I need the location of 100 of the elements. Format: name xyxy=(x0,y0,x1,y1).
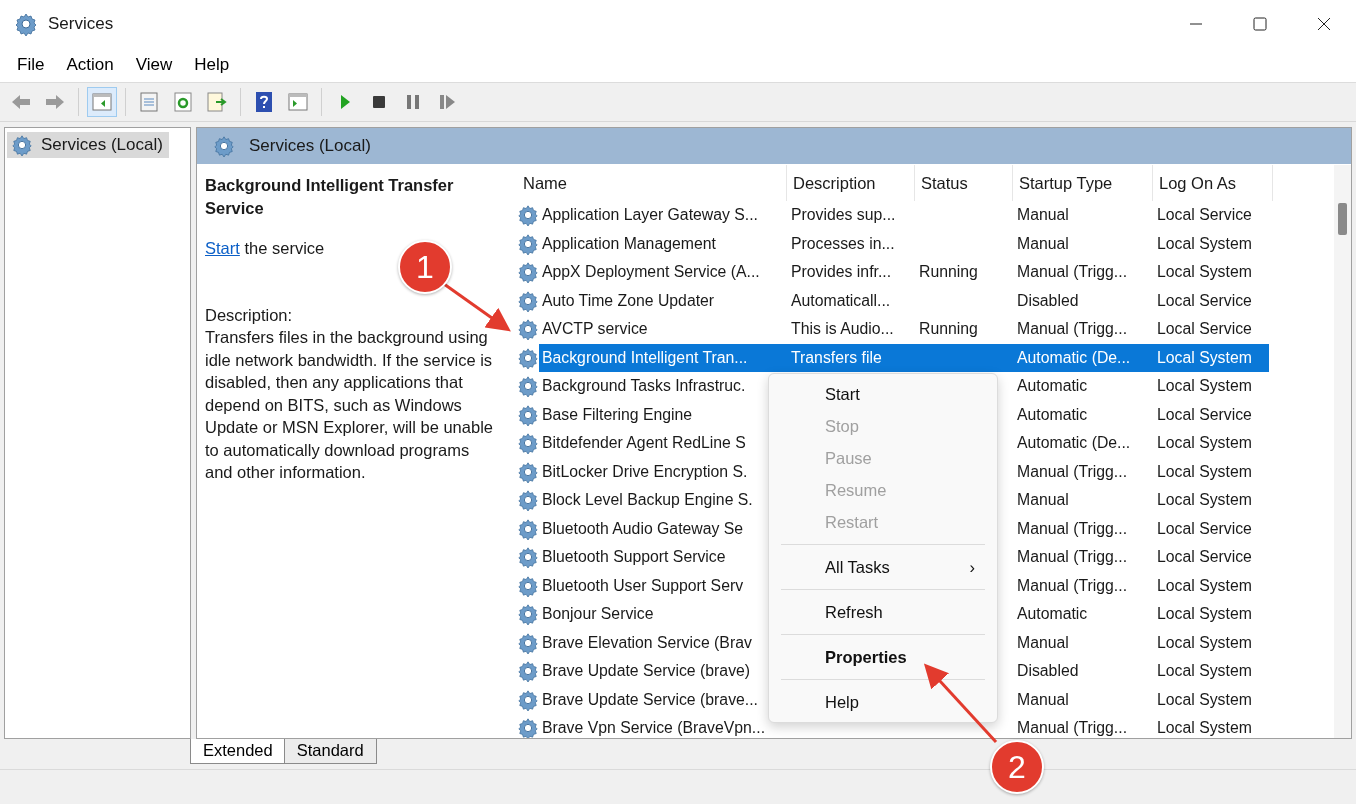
callout-badge: 2 xyxy=(990,740,1044,794)
gear-icon xyxy=(517,403,539,426)
startup-type-cell: Manual (Trigg... xyxy=(1017,263,1128,281)
startup-type-cell: Automatic xyxy=(1017,605,1088,623)
description-cell: Provides sup... xyxy=(791,206,896,224)
gear-icon xyxy=(517,489,539,512)
service-name-cell[interactable]: Application Management xyxy=(542,234,716,252)
column-header[interactable]: Log On As xyxy=(1153,165,1273,201)
service-name-cell[interactable]: Auto Time Zone Updater xyxy=(542,291,715,309)
submenu-arrow: › xyxy=(969,557,975,577)
start-link[interactable]: Start xyxy=(205,239,240,257)
startup-type-cell: Manual (Trigg... xyxy=(1017,548,1128,566)
close-icon xyxy=(1317,17,1331,31)
menu-item[interactable]: File xyxy=(6,51,56,79)
window-title: Services xyxy=(48,14,114,34)
service-name-cell[interactable]: Bluetooth Support Service xyxy=(542,548,726,566)
startup-type-cell: Manual (Trigg... xyxy=(1017,719,1128,737)
log-on-as-cell: Local Service xyxy=(1157,206,1252,224)
window-panel-icon xyxy=(91,91,113,113)
service-name-cell[interactable]: Brave Elevation Service (Brav xyxy=(542,633,752,651)
export-icon xyxy=(206,91,228,113)
gear-icon xyxy=(517,289,539,312)
service-name-cell[interactable]: AVCTP service xyxy=(542,320,648,338)
service-name-cell[interactable]: Brave Update Service (brave... xyxy=(542,690,758,708)
service-title: Background Intelligent Transfer Service xyxy=(205,175,455,219)
gear-icon xyxy=(517,517,539,540)
startup-type-cell: Manual xyxy=(1017,234,1069,252)
column-header[interactable]: Description xyxy=(787,165,915,201)
menu-item[interactable]: Properties xyxy=(769,641,997,673)
start-service-text: Start the service xyxy=(205,238,326,259)
column-header[interactable]: Status xyxy=(915,165,1013,201)
gear-icon xyxy=(517,631,539,654)
log-on-as-cell: Local System xyxy=(1157,263,1252,281)
startup-type-cell: Manual xyxy=(1017,491,1069,509)
column-header[interactable]: Name xyxy=(517,165,787,201)
service-name-cell[interactable]: Bitdefender Agent RedLine S xyxy=(542,434,746,452)
service-name-cell[interactable]: Base Filtering Engine xyxy=(542,405,693,423)
gear-icon xyxy=(517,460,539,483)
gear-icon xyxy=(517,204,539,227)
menu-item[interactable]: Refresh xyxy=(769,596,997,628)
startup-type-cell: Manual xyxy=(1017,633,1069,651)
log-on-as-cell: Local Service xyxy=(1157,291,1252,309)
menu-item[interactable]: View xyxy=(124,51,184,79)
gear-icon xyxy=(517,432,539,455)
menu-item[interactable]: All Tasks › xyxy=(769,551,997,583)
view-tab[interactable]: Standard xyxy=(283,739,377,764)
view-tab[interactable]: Extended xyxy=(190,739,286,764)
menu-item[interactable]: Help xyxy=(769,686,997,718)
panel-title: Services (Local) xyxy=(249,136,371,156)
service-name-cell[interactable]: AppX Deployment Service (A... xyxy=(542,263,760,281)
menu-item[interactable]: Start xyxy=(769,378,997,410)
service-name-cell[interactable]: Bluetooth User Support Serv xyxy=(542,576,744,594)
log-on-as-cell: Local System xyxy=(1157,377,1252,395)
startup-type-cell: Automatic (De... xyxy=(1017,434,1131,452)
log-on-as-cell: Local System xyxy=(1157,234,1252,252)
service-name-cell[interactable]: BitLocker Drive Encryption S. xyxy=(542,462,748,480)
console-tree-button[interactable] xyxy=(87,87,117,117)
service-name-cell[interactable]: Bonjour Service xyxy=(542,605,654,623)
log-on-as-cell: Local System xyxy=(1157,462,1252,480)
service-name-cell[interactable]: Background Intelligent Tran... xyxy=(542,348,748,366)
gear-icon xyxy=(517,261,539,284)
startup-type-cell: Automatic xyxy=(1017,377,1088,395)
log-on-as-cell: Local Service xyxy=(1157,405,1252,423)
gear-icon xyxy=(517,232,539,255)
gear-icon xyxy=(517,660,539,683)
service-name-cell[interactable]: Application Layer Gateway S... xyxy=(542,206,758,224)
gear-icon xyxy=(517,546,539,569)
log-on-as-cell: Local System xyxy=(1157,348,1252,366)
service-name-cell[interactable]: Bluetooth Audio Gateway Se xyxy=(542,519,744,537)
startup-type-cell: Manual xyxy=(1017,690,1069,708)
service-name-cell[interactable]: Brave Update Service (brave) xyxy=(542,662,751,680)
description-cell: Provides infr... xyxy=(791,263,892,281)
selected-row[interactable]: Background Intelligent Tran... Transfers file Automatic (De... Local System xyxy=(539,343,1269,372)
log-on-as-cell: Local Service xyxy=(1157,320,1252,338)
service-name-cell[interactable]: Background Tasks Infrastruc. xyxy=(542,377,746,395)
help-icon xyxy=(253,91,275,113)
startup-type-cell: Manual (Trigg... xyxy=(1017,519,1128,537)
startup-type-cell: Disabled xyxy=(1017,291,1079,309)
menu-item[interactable]: Help xyxy=(183,51,241,79)
menu-item[interactable]: Action xyxy=(55,51,125,79)
description-label: Description: xyxy=(205,304,294,326)
log-on-as-cell: Local Service xyxy=(1157,548,1252,566)
refresh-icon xyxy=(172,91,194,113)
log-on-as-cell: Local System xyxy=(1157,690,1252,708)
log-on-as-cell: Local System xyxy=(1157,605,1252,623)
service-name-cell[interactable]: Block Level Backup Engine S. xyxy=(542,491,753,509)
log-on-as-cell: Local System xyxy=(1157,633,1252,651)
tree-item[interactable]: Services (Local) xyxy=(7,132,169,158)
startup-type-cell: Disabled xyxy=(1017,662,1079,680)
log-on-as-cell: Local System xyxy=(1157,576,1252,594)
startup-type-cell: Manual xyxy=(1017,206,1069,224)
log-on-as-cell: Local System xyxy=(1157,719,1252,737)
startup-type-cell: Manual (Trigg... xyxy=(1017,320,1128,338)
status-cell: Running xyxy=(919,320,978,338)
gear-icon xyxy=(517,603,539,626)
description-cell: Automaticall... xyxy=(791,291,891,309)
maximize-icon xyxy=(1253,17,1267,31)
column-header[interactable]: Startup Type xyxy=(1013,165,1153,201)
service-name-cell[interactable]: Brave Vpn Service (BraveVpn... xyxy=(542,719,765,737)
gear-icon xyxy=(517,346,539,369)
